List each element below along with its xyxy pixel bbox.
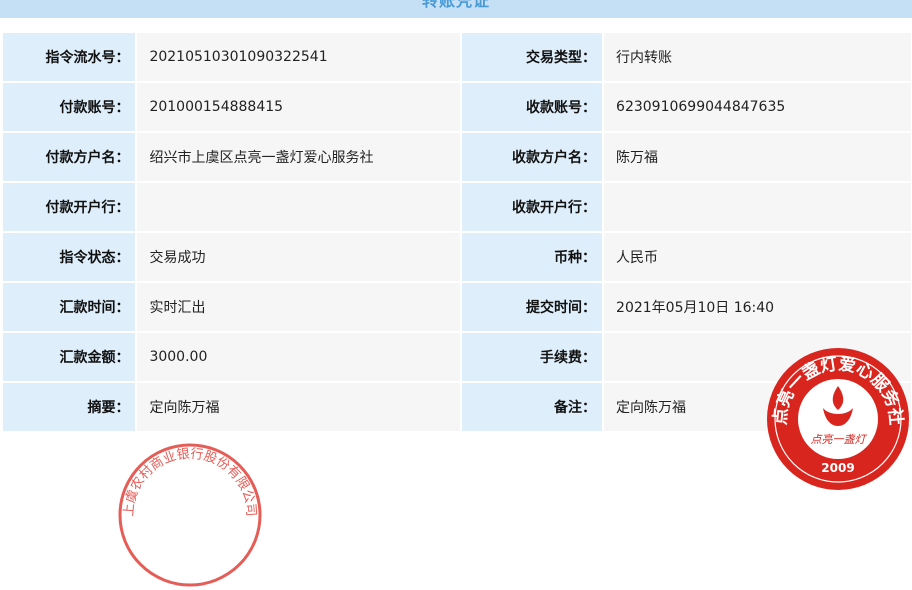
table-row: 付款方户名： 绍兴市上虞区点亮一盏灯爱心服务社 收款方户名： 陈万福 (3, 133, 911, 183)
field-label: 付款方户名： (3, 133, 136, 183)
field-value: 定向陈万福 (135, 383, 460, 433)
field-label: 交易类型： (460, 33, 603, 83)
table-row: 汇款时间： 实时汇出 提交时间： 2021年05月10日 16:40 (3, 283, 911, 333)
table-row: 指令状态： 交易成功 币种： 人民币 (3, 233, 911, 283)
field-label: 提交时间： (460, 283, 603, 333)
field-value: 3000.00 (135, 333, 460, 383)
table-row: 指令流水号： 20210510301090322541 交易类型： 行内转账 (3, 33, 911, 83)
charity-seal-inner-text: 点亮一盏灯 (811, 433, 868, 446)
title-bar: 转账凭证 (0, 0, 912, 18)
charity-seal-stamp: 点亮一盏灯爱心服务社 点亮一盏灯 2009 (767, 348, 909, 490)
field-label: 收款方户名： (460, 133, 603, 183)
field-value: 20210510301090322541 (135, 33, 460, 83)
field-label: 汇款时间： (3, 283, 136, 333)
table-row: 付款账号： 201000154888415 收款账号： 623091069904484… (3, 83, 911, 133)
field-value: 行内转账 (602, 33, 911, 83)
field-value: 绍兴市上虞区点亮一盏灯爱心服务社 (135, 133, 460, 183)
field-label: 手续费： (460, 333, 603, 383)
svg-text:上虞农村商业银行股份有限公司: 上虞农村商业银行股份有限公司 (122, 447, 259, 517)
field-label: 摘要： (3, 383, 136, 433)
field-value: 201000154888415 (135, 83, 460, 133)
bank-seal-stamp: 上虞农村商业银行股份有限公司 (118, 443, 262, 587)
field-label: 付款账号： (3, 83, 136, 133)
page-title: 转账凭证 (421, 0, 490, 10)
field-label: 指令状态： (3, 233, 136, 283)
field-label: 付款开户行： (3, 183, 136, 233)
field-label: 币种： (460, 233, 603, 283)
field-label: 收款开户行： (460, 183, 603, 233)
field-value: 2021年05月10日 16:40 (602, 283, 911, 333)
field-value: 陈万福 (602, 133, 911, 183)
field-value: 6230910699044847635 (602, 83, 911, 133)
table-row: 付款开户行： 收款开户行： (3, 183, 911, 233)
field-value (135, 183, 460, 233)
field-value: 人民币 (602, 233, 911, 283)
field-value (602, 183, 911, 233)
field-label: 收款账号： (460, 83, 603, 133)
field-label: 备注： (460, 383, 603, 433)
field-value: 交易成功 (135, 233, 460, 283)
bank-seal-text: 上虞农村商业银行股份有限公司 (122, 447, 259, 517)
charity-seal-year: 2009 (821, 461, 854, 475)
field-value: 实时汇出 (135, 283, 460, 333)
field-label: 指令流水号： (3, 33, 136, 83)
field-label: 汇款金额： (3, 333, 136, 383)
